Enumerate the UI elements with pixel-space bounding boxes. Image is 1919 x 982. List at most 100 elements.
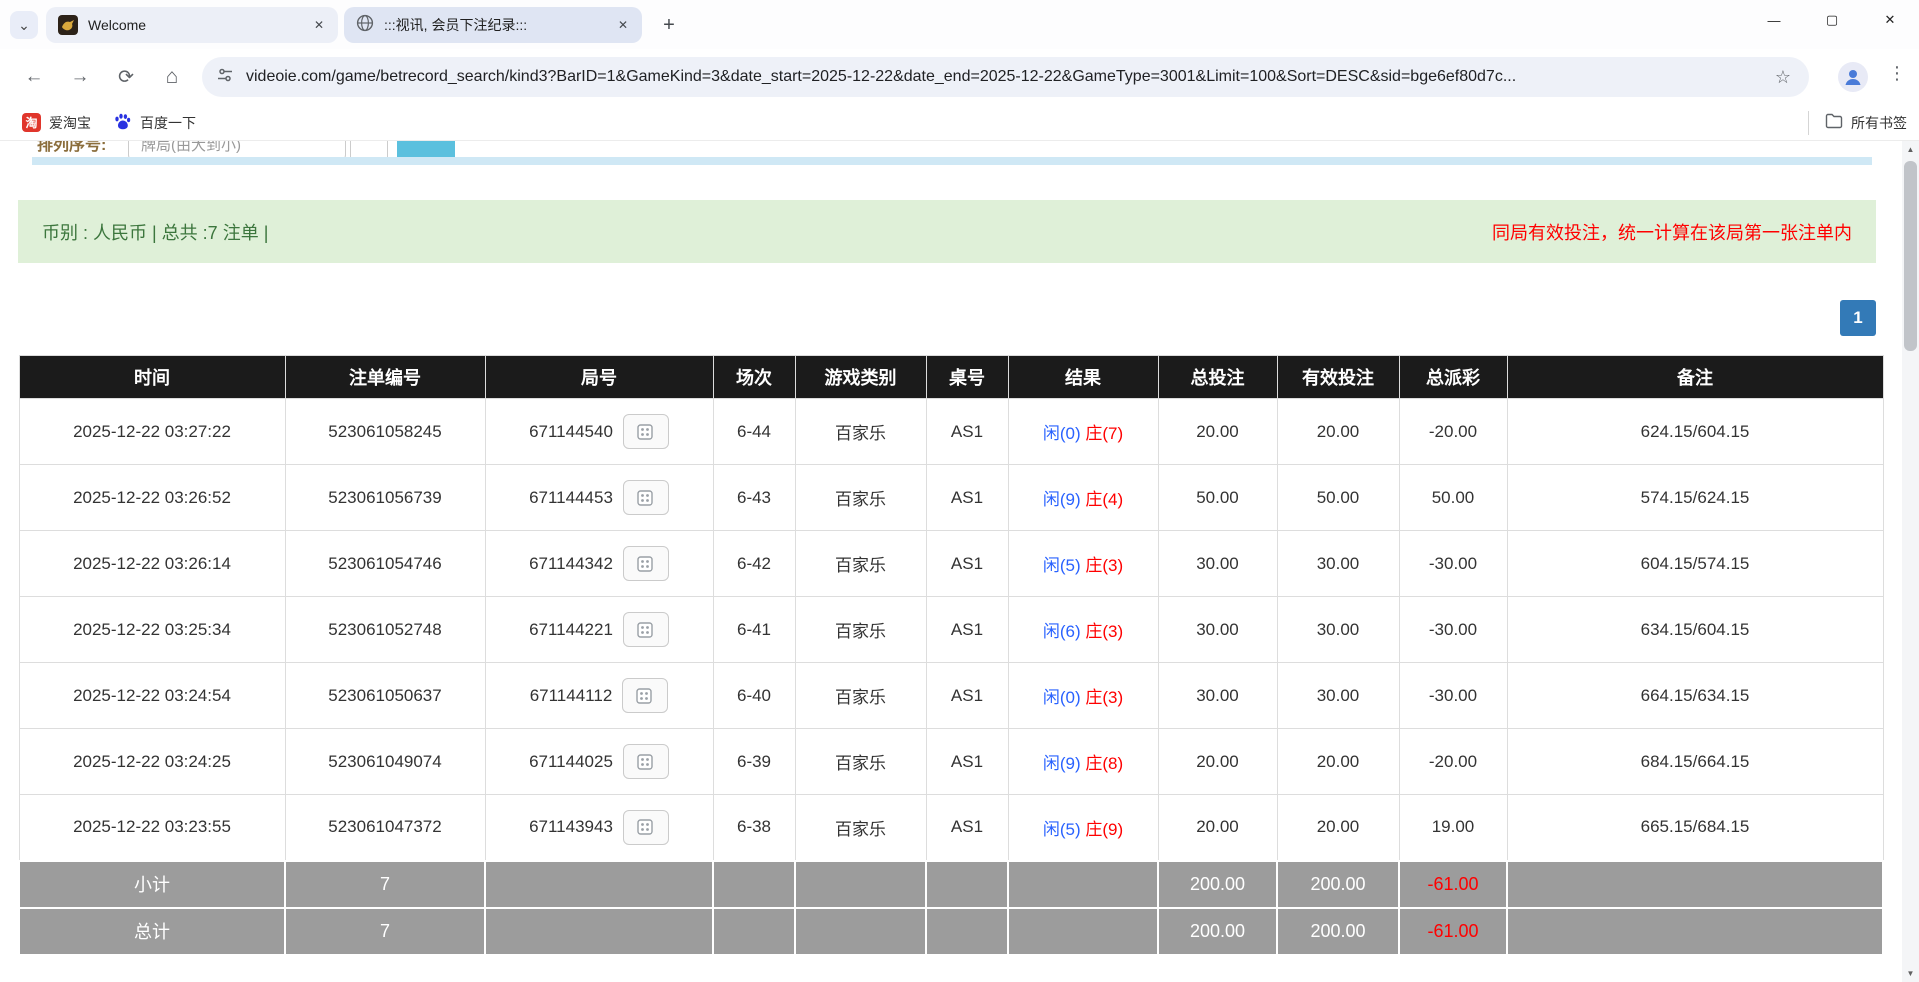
cell-total-bet[interactable]: 50.00	[1158, 465, 1277, 531]
game-result-dice-button[interactable]	[623, 546, 669, 581]
cell-valid-bet: 30.00	[1277, 531, 1399, 597]
subtotal-valid-bet: 200.00	[1277, 861, 1399, 908]
subtotal-row: 小计 7 200.00 200.00 -61.00	[19, 861, 1883, 908]
cell-result: 闲(0) 庄(3)	[1008, 663, 1158, 729]
bookmark-baidu[interactable]: 百度一下	[113, 112, 196, 134]
maximize-button[interactable]: ▢	[1803, 0, 1861, 40]
close-button[interactable]: ✕	[1861, 0, 1919, 40]
game-result-dice-button[interactable]	[623, 414, 669, 449]
url-text[interactable]: videoie.com/game/betrecord_search/kind3?…	[246, 68, 1771, 86]
grand-total-payout: -61.00	[1399, 908, 1507, 955]
cell-total-bet[interactable]: 30.00	[1158, 663, 1277, 729]
result-banker: 庄(4)	[1085, 490, 1123, 509]
result-banker: 庄(3)	[1085, 622, 1123, 641]
round-number: 671144025	[529, 752, 613, 772]
pagination-page-1[interactable]: 1	[1840, 300, 1876, 336]
cell-valid-bet: 20.00	[1277, 729, 1399, 795]
cell-round-no: 671144112	[485, 663, 713, 729]
globe-icon	[356, 14, 374, 37]
game-result-dice-button[interactable]	[623, 744, 669, 779]
col-table-no: 桌号	[926, 356, 1008, 399]
cell-total-bet[interactable]: 30.00	[1158, 531, 1277, 597]
cell-payout: -30.00	[1399, 597, 1507, 663]
new-tab-button[interactable]: +	[655, 11, 683, 39]
scroll-up-icon[interactable]: ▲	[1902, 141, 1919, 158]
table-row: 2025-12-22 03:27:22 523061058245 6711445…	[19, 399, 1883, 465]
tab-strip: ⌄ Welcome ✕ :::视讯, 会员下注纪录::: ✕ + — ▢ ✕	[0, 0, 1919, 49]
cell-time: 2025-12-22 03:26:14	[19, 531, 285, 597]
round-number: 671143943	[529, 817, 613, 837]
subtotal-payout: -61.00	[1399, 861, 1507, 908]
tab-close-icon[interactable]: ✕	[310, 16, 328, 34]
home-icon[interactable]: ⌂	[152, 57, 192, 97]
site-settings-icon[interactable]	[216, 66, 234, 89]
cell-session: 6-40	[713, 663, 795, 729]
cell-bet-no: 523061049074	[285, 729, 485, 795]
bookmark-aitaobao[interactable]: 淘 爱淘宝	[22, 113, 91, 133]
cell-result: 闲(6) 庄(3)	[1008, 597, 1158, 663]
back-icon[interactable]: ←	[14, 57, 54, 97]
game-result-dice-button[interactable]	[622, 678, 668, 713]
tab-search-button[interactable]: ⌄	[10, 11, 38, 39]
scroll-down-icon[interactable]: ▼	[1902, 965, 1919, 982]
cell-note: 664.15/634.15	[1507, 663, 1883, 729]
bookmark-star-icon[interactable]: ☆	[1771, 67, 1795, 88]
cell-valid-bet: 30.00	[1277, 663, 1399, 729]
result-player: 闲(9)	[1043, 754, 1081, 773]
game-result-dice-button[interactable]	[623, 810, 669, 845]
cell-game-type: 百家乐	[795, 597, 926, 663]
cell-payout: -20.00	[1399, 399, 1507, 465]
cell-note: 684.15/664.15	[1507, 729, 1883, 795]
table-row: 2025-12-22 03:25:34 523061052748 6711442…	[19, 597, 1883, 663]
sort-field-label: 排列序号:	[37, 141, 106, 155]
cell-payout: 50.00	[1399, 465, 1507, 531]
minimize-button[interactable]: —	[1745, 0, 1803, 40]
tab-close-icon[interactable]: ✕	[614, 16, 632, 34]
cell-table-no: AS1	[926, 399, 1008, 465]
tab-welcome[interactable]: Welcome ✕	[46, 7, 338, 43]
cell-total-bet[interactable]: 20.00	[1158, 729, 1277, 795]
col-note: 备注	[1507, 356, 1883, 399]
round-number: 671144453	[529, 488, 613, 508]
profile-avatar[interactable]	[1838, 62, 1868, 92]
browser-menu-icon[interactable]: ⋮	[1888, 63, 1906, 84]
address-bar[interactable]: videoie.com/game/betrecord_search/kind3?…	[202, 57, 1809, 97]
forward-icon[interactable]: →	[60, 57, 100, 97]
col-game-type: 游戏类别	[795, 356, 926, 399]
tab-bet-records[interactable]: :::视讯, 会员下注纪录::: ✕	[344, 7, 642, 43]
cell-valid-bet: 30.00	[1277, 597, 1399, 663]
reload-icon[interactable]: ⟳	[106, 57, 146, 97]
vertical-scrollbar[interactable]: ▲ ▼	[1902, 141, 1919, 982]
game-result-dice-button[interactable]	[623, 612, 669, 647]
cell-time: 2025-12-22 03:24:25	[19, 729, 285, 795]
cell-table-no: AS1	[926, 729, 1008, 795]
result-banker: 庄(3)	[1085, 556, 1123, 575]
subtotal-count: 7	[285, 861, 485, 908]
cell-total-bet[interactable]: 30.00	[1158, 597, 1277, 663]
cell-total-bet[interactable]: 20.00	[1158, 399, 1277, 465]
cell-bet-no: 523061052748	[285, 597, 485, 663]
subtotal-total-bet: 200.00	[1158, 861, 1277, 908]
grand-total-label: 总计	[19, 908, 285, 955]
scrollbar-thumb[interactable]	[1904, 161, 1917, 351]
taobao-icon: 淘	[22, 113, 41, 132]
cell-result: 闲(5) 庄(9)	[1008, 795, 1158, 861]
cell-result: 闲(9) 庄(4)	[1008, 465, 1158, 531]
notice-text: 同局有效投注，统一计算在该局第一张注单内	[1492, 219, 1852, 245]
round-number: 671144221	[529, 620, 613, 640]
bookmark-label: 爱淘宝	[49, 113, 91, 133]
cell-total-bet[interactable]: 20.00	[1158, 795, 1277, 861]
baidu-paw-icon	[113, 112, 132, 134]
tab-title: Welcome	[88, 17, 310, 33]
all-bookmarks-button[interactable]: 所有书签	[1825, 113, 1907, 133]
cell-table-no: AS1	[926, 531, 1008, 597]
game-result-dice-button[interactable]	[623, 480, 669, 515]
cell-game-type: 百家乐	[795, 795, 926, 861]
cell-time: 2025-12-22 03:27:22	[19, 399, 285, 465]
cell-game-type: 百家乐	[795, 729, 926, 795]
result-banker: 庄(3)	[1085, 688, 1123, 707]
result-player: 闲(0)	[1043, 424, 1081, 443]
grand-total-total-bet: 200.00	[1158, 908, 1277, 955]
cell-payout: -30.00	[1399, 531, 1507, 597]
cell-table-no: AS1	[926, 465, 1008, 531]
